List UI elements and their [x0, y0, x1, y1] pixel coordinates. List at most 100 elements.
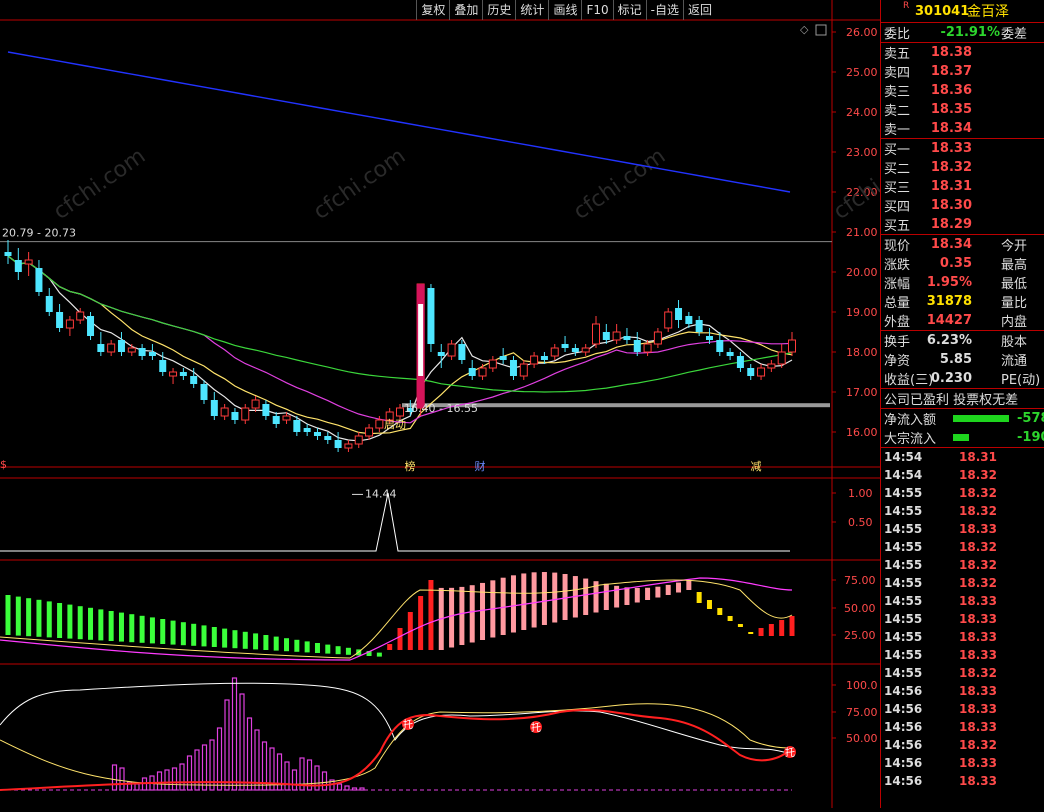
candle-body-up — [76, 311, 85, 321]
tick-price: 18.33 — [959, 630, 997, 644]
candle-body-down — [633, 340, 641, 352]
candle-body-up — [664, 311, 673, 329]
candle-body-down — [334, 440, 342, 448]
candle-body-down — [675, 308, 683, 320]
ind3-marker-label: 托 — [531, 721, 541, 734]
tick-list[interactable]: 14:54 18.31 14:54 18.32 14:55 18.32 14:55 18.32… — [881, 448, 1044, 790]
fundamental-stats: 换手 6.23% 股本 净资 5.85 流通 收益(三) 0.230 PE(动) — [881, 331, 1044, 389]
tick-row: 14:56 18.33 — [881, 700, 1044, 718]
stat: 外盘 14427 内盘 — [881, 311, 1044, 330]
ind3-bar — [224, 699, 230, 791]
candle-body-up — [777, 351, 786, 365]
candle-body-up — [530, 355, 539, 365]
price-tick-label: 20.00 — [846, 266, 878, 279]
kline-chart-area[interactable]: 26.00 25.00 24.00 23.00 22.00 21.00 20.00 19.00… — [0, 0, 930, 808]
ind2-bar — [201, 625, 207, 647]
toolbar-button[interactable]: F10 — [581, 0, 612, 20]
fundamental-label: 换手 — [884, 335, 911, 350]
ind2-bar — [459, 586, 465, 645]
ind2-bar — [469, 585, 475, 643]
tick-row: 14:54 18.31 — [881, 448, 1044, 466]
tick-row: 14:56 18.33 — [881, 718, 1044, 736]
sell-level-value: 18.37 — [930, 64, 972, 79]
candle-body-down — [97, 344, 105, 352]
candle-body-up — [592, 323, 600, 345]
ind2-bar — [717, 608, 723, 615]
tick-time: 14:55 — [884, 612, 923, 626]
toolbar-button[interactable]: 统计 — [515, 0, 548, 20]
ind2-bar — [325, 644, 331, 654]
ind2-bars — [5, 572, 795, 657]
candle-body-up — [612, 331, 621, 341]
price-tick-label: 17.00 — [846, 386, 878, 399]
ind2-bar — [139, 615, 145, 643]
fundamental-value: 5.85 — [939, 352, 972, 367]
toolbar-button[interactable]: 历史 — [482, 0, 515, 20]
price-tick-label: 26.00 — [846, 26, 878, 39]
tick-price: 18.32 — [959, 738, 997, 752]
fundamental-label2: PE(动) — [1001, 373, 1041, 388]
tick-price: 18.32 — [959, 540, 997, 554]
tick-price: 18.33 — [959, 774, 997, 788]
toolbar-button[interactable]: 标记 — [612, 0, 646, 20]
ind2-bar — [57, 603, 63, 638]
fundamental-label2: 股本 — [1001, 335, 1028, 350]
ind2-bar — [418, 596, 424, 650]
ind2-bar — [696, 592, 702, 603]
ind3-marker-label: 托 — [403, 718, 413, 731]
toolbar-button[interactable]: 叠加 — [449, 0, 482, 20]
flow-row: 大宗流入 -190 — [881, 428, 1044, 447]
candle-body-up — [24, 259, 33, 265]
kline-chart[interactable]: 26.0025.0024.0023.0022.0021.0020.0019.00… — [0, 0, 930, 808]
price-tick-label: 24.00 — [846, 106, 878, 119]
tick-time: 14:55 — [884, 648, 923, 662]
tick-price: 18.32 — [959, 666, 997, 680]
toolbar-button[interactable]: 画线 — [548, 0, 581, 20]
toolbar-button[interactable]: -自选 — [645, 0, 683, 20]
buy-level-label: 买三 — [884, 181, 911, 196]
toolbar-button[interactable]: 返回 — [682, 0, 716, 20]
buy-level: 买三 18.31 — [881, 177, 1044, 196]
candle-body-up — [550, 347, 559, 357]
ind2-bar — [15, 596, 21, 636]
flow-bar — [953, 415, 1009, 422]
candle-body-up — [788, 339, 796, 353]
stat-label2: 量比 — [1001, 296, 1028, 311]
candle-body-down — [159, 360, 167, 372]
candle-body-down — [468, 368, 476, 376]
stat-label2: 最低 — [1001, 277, 1028, 292]
ind2-bar — [253, 633, 259, 650]
ind2-tick-label: 25.00 — [844, 629, 876, 642]
candle-body-down — [509, 360, 517, 376]
ind2-bar — [624, 587, 630, 605]
candle-body-up — [365, 427, 374, 437]
ind2-bar — [46, 601, 52, 638]
toolbar-button[interactable]: 复权 — [416, 0, 449, 20]
chart-toolbar: 复权 叠加 历史 统计 画线 F10 标记 -自选 返回 — [416, 0, 716, 20]
tick-row: 14:55 18.32 — [881, 556, 1044, 574]
tick-row: 14:55 18.32 — [881, 502, 1044, 520]
ind3-bar — [239, 693, 245, 791]
ind2-bar — [748, 632, 754, 634]
candle-body-down — [685, 316, 693, 324]
weicha-label: 委差 — [1001, 27, 1028, 42]
buy-level-value: 18.29 — [930, 217, 972, 232]
fundamental-label: 收益(三) — [884, 373, 934, 388]
tick-price: 18.32 — [959, 504, 997, 518]
ind3-bar — [201, 744, 208, 791]
ind2-bar — [314, 643, 320, 653]
price-stats: 现价 18.34 今开 涨跌 0.35 最高 涨幅 1.95% 最低 总量 31878 量比 外盘 144… — [881, 235, 1044, 331]
sell-level-label: 卖五 — [884, 47, 911, 62]
price-tick-label: 16.00 — [846, 426, 878, 439]
ind2-bar — [541, 572, 547, 625]
candle-body-down — [561, 344, 569, 348]
candle-body-down — [231, 412, 239, 420]
money-flows: 净流入额 -578 大宗流入 -190 — [881, 409, 1044, 448]
ind3-tick-label: 75.00 — [846, 706, 878, 719]
ind2-tick-label: 50.00 — [844, 602, 876, 615]
candle-body-down — [540, 356, 548, 360]
tick-price: 18.33 — [959, 756, 997, 770]
candle-body-down — [190, 376, 198, 384]
candle-body-up — [354, 435, 363, 445]
ind2-bar — [149, 617, 155, 644]
